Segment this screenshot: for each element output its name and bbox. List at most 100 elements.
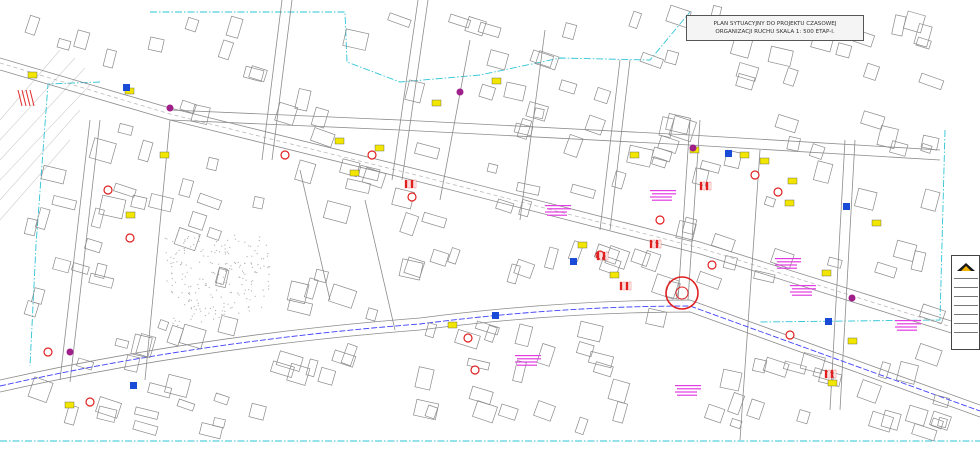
building: [525, 101, 549, 122]
prohibition-sign-icon: [280, 150, 290, 160]
building: [497, 403, 519, 421]
field-dot: [246, 298, 248, 300]
building: [294, 159, 317, 185]
field-dot: [190, 308, 192, 310]
field-dot: [248, 289, 250, 291]
building: [920, 134, 940, 151]
building: [722, 255, 738, 271]
field-dot: [200, 250, 202, 252]
barrier-icon: [658, 239, 662, 249]
field-dot: [234, 261, 236, 263]
building: [910, 250, 927, 272]
prohibition-sign-icon: [773, 187, 783, 197]
annotation-mark: [777, 261, 801, 263]
barrier-icon: [404, 179, 408, 189]
field-dot: [198, 287, 200, 290]
building: [735, 62, 760, 82]
building: [645, 307, 668, 328]
field-dot: [224, 270, 227, 272]
building: [710, 233, 736, 253]
warning-sign-icon: [759, 157, 770, 165]
building: [574, 416, 589, 436]
building: [317, 366, 337, 386]
field-dot: [213, 318, 215, 320]
building: [699, 159, 721, 174]
prohibition-sign-icon: [407, 192, 417, 202]
building: [310, 106, 330, 129]
field-dot: [248, 310, 250, 312]
field-dot: [181, 292, 183, 294]
field-dot: [251, 255, 253, 257]
field-dot: [181, 261, 183, 263]
field-dot: [268, 285, 270, 287]
field-dot: [198, 240, 200, 242]
field-dot: [208, 286, 210, 289]
building: [345, 178, 371, 194]
building: [478, 83, 497, 101]
annotation-mark: [545, 205, 571, 207]
field-dot: [261, 306, 263, 308]
annotation-mark: [897, 323, 921, 325]
barrier-icon: [705, 181, 709, 191]
field-dot: [246, 256, 248, 258]
building: [34, 207, 51, 230]
barrier-icon: [596, 251, 600, 261]
field-dot: [187, 236, 189, 238]
building: [641, 249, 662, 273]
field-dot: [248, 245, 250, 247]
annotation-mark: [675, 391, 697, 393]
field-dot: [266, 255, 268, 257]
building: [130, 194, 148, 210]
field-dot: [177, 325, 179, 327]
building: [421, 211, 448, 229]
annotation-mark: [547, 208, 571, 210]
field-dot: [215, 289, 218, 291]
building: [762, 356, 790, 378]
annotation-mark: [650, 190, 676, 192]
building: [164, 373, 192, 398]
field-dot: [166, 238, 168, 240]
building: [51, 195, 78, 211]
building: [248, 402, 267, 421]
warning-sign-icon: [787, 177, 798, 185]
field-dot: [193, 313, 195, 315]
buildings: [23, 4, 952, 442]
warning-sign-icon: [125, 211, 136, 219]
building: [184, 16, 200, 33]
field-dot: [184, 276, 186, 278]
prohibition-sign-icon: [367, 150, 377, 160]
building: [880, 409, 902, 431]
field-dot: [178, 296, 180, 298]
prohibition-sign-icon: [43, 347, 53, 357]
field-dot: [209, 261, 212, 263]
field-dot: [238, 294, 240, 296]
building: [808, 143, 826, 160]
building: [117, 122, 134, 136]
barrier-icon: [708, 181, 712, 191]
barrier-icon: [407, 179, 411, 189]
site-plan-canvas[interactable]: PLAN SYTUACYJNY DO PROJEKTU CZASOWEJ ORG…: [0, 0, 980, 450]
field-dot: [214, 310, 217, 312]
site-plan-drawing: [0, 0, 980, 442]
field-dot: [244, 289, 246, 291]
field-dot: [254, 295, 256, 297]
field-dot: [229, 268, 231, 270]
annotation-mark: [777, 267, 797, 269]
building: [130, 333, 153, 358]
building: [835, 42, 853, 59]
field-dot: [228, 283, 231, 285]
field-dot: [223, 313, 225, 315]
field-dot: [229, 292, 231, 294]
building: [305, 358, 319, 378]
field-dot: [184, 240, 186, 242]
information-sign-icon: [570, 258, 577, 265]
building: [812, 160, 834, 184]
field-dot: [183, 249, 186, 251]
field-dot: [223, 302, 225, 304]
warning-sign-icon: [577, 241, 588, 249]
annotation-mark: [652, 199, 672, 201]
field-dot: [212, 271, 215, 274]
field-dot: [239, 266, 241, 268]
field-dot: [214, 273, 216, 275]
field-dot: [244, 262, 246, 264]
